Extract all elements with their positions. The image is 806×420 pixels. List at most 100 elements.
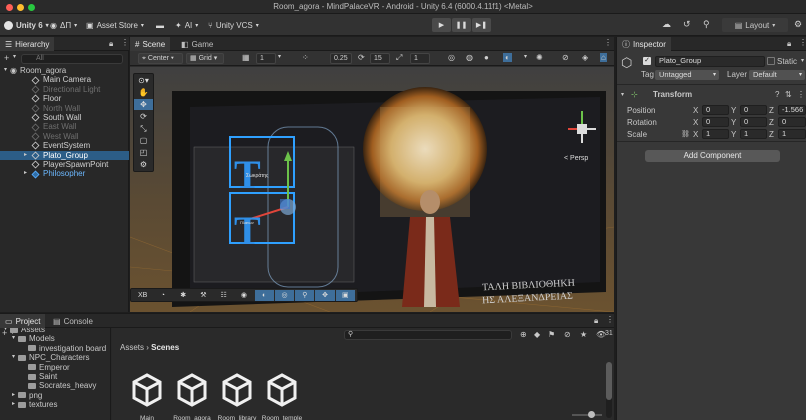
chevron-right-icon[interactable]: ▸	[12, 400, 15, 409]
visibility-icon[interactable]: ◉	[234, 290, 253, 301]
scale-x-field[interactable]: 1	[702, 129, 729, 139]
shaded-icon[interactable]: ●	[484, 53, 489, 62]
hierarchy-item[interactable]: South Wall	[0, 113, 129, 122]
grid-snap-icon[interactable]: ▦	[242, 53, 250, 62]
chevron-down-icon[interactable]: ▾	[801, 57, 804, 64]
move-tool-button[interactable]: ✥	[134, 99, 153, 110]
gizmos-icon[interactable]: ◈	[582, 53, 588, 62]
account-button[interactable]: Unity 6 ▾	[4, 18, 49, 32]
axis-y-label[interactable]: Y	[731, 130, 736, 139]
transform-header[interactable]: ▾ ⊹ Transform ? ⇅ ⋮	[617, 88, 806, 100]
scale-z-field[interactable]: 1	[778, 129, 806, 139]
axis-x-label[interactable]: X	[693, 130, 698, 139]
icon-size-slider[interactable]	[572, 414, 602, 416]
icon-size-slider-handle[interactable]	[588, 411, 595, 418]
static-checkbox[interactable]	[767, 57, 775, 65]
layout-dropdown[interactable]: ▤ Layout ▾	[722, 18, 788, 32]
hierarchy-search-input[interactable]: All	[21, 54, 123, 64]
scene-asset[interactable]: Room_agora	[167, 373, 217, 420]
scale-snap-icon[interactable]: ⤢	[396, 53, 402, 63]
settings-icon[interactable]: ⚙	[794, 19, 802, 30]
hierarchy-item[interactable]: Directional Light	[0, 85, 129, 94]
hierarchy-item[interactable]: ▸ Philosopher	[0, 169, 129, 178]
shading-icon[interactable]: ◐	[254, 289, 274, 301]
add-component-button[interactable]: Add Component	[645, 150, 780, 162]
asset-store-button[interactable]: ▣ Asset Store ▾	[86, 18, 144, 32]
folder-tree-item[interactable]: ▾ NPC_Characters	[12, 353, 89, 362]
more-options-icon[interactable]: ⋮	[797, 90, 805, 99]
pivot-dropdown[interactable]: ⌖ Center ▾	[138, 53, 183, 64]
axis-y-label[interactable]: Y	[731, 106, 736, 115]
tab-inspector[interactable]: ⓘ Inspector	[617, 37, 671, 51]
globe-icon[interactable]: ◎	[448, 53, 455, 62]
rotation-y-field[interactable]: 0	[740, 117, 767, 127]
hierarchy-item[interactable]: East Wall	[0, 122, 129, 131]
more-options-icon[interactable]: ⋮	[604, 38, 612, 47]
rect-tool-button[interactable]: ▢	[134, 135, 153, 146]
angle-snap-field[interactable]: 15	[370, 53, 390, 64]
hierarchy-item[interactable]: North Wall	[0, 104, 129, 113]
light-icon[interactable]: ✺	[536, 53, 543, 62]
camera-settings-icon[interactable]: ▣	[335, 289, 355, 301]
scene-asset[interactable]: Room_temple	[257, 373, 307, 420]
folder-tree-item[interactable]: ▸ png	[12, 391, 42, 400]
visibility-icon[interactable]: ⊘	[564, 330, 571, 339]
hide-icon[interactable]: ⊘	[562, 53, 569, 62]
pan-icon[interactable]: ✥	[315, 289, 335, 301]
snap-icon[interactable]: ⁘	[302, 53, 309, 62]
audio-icon[interactable]: ◔	[153, 290, 172, 301]
scene-viewport[interactable]: T T Σωκράτης Πλατων ΤΑΛΗ ΒΙΒΛΙΟΘΗΚΗ ΗΣ Α…	[130, 67, 614, 312]
transform-tool-button[interactable]: ◰	[134, 147, 153, 158]
ai-button[interactable]: ✦ AI ▾	[175, 18, 198, 32]
hand-tool-button[interactable]: ✋	[134, 87, 153, 98]
layers-icon[interactable]: ☷	[214, 290, 233, 301]
rotate-tool-button[interactable]: ⟳	[134, 111, 153, 122]
project-search-input[interactable]	[344, 330, 512, 340]
more-options-icon[interactable]: ⋮	[121, 38, 129, 47]
lock-icon[interactable]: 🔒︎	[109, 39, 113, 49]
vcs-button[interactable]: ⑂ Unity VCS ▾	[208, 18, 259, 32]
tag-dropdown[interactable]: Untagged ▾	[655, 70, 719, 80]
folder-tree-item[interactable]: ▸ textures	[12, 400, 57, 409]
position-x-field[interactable]: 0	[702, 105, 729, 115]
custom-tool-button[interactable]: ⚙	[134, 159, 153, 170]
snap-increment-field[interactable]: 0.25	[330, 53, 352, 64]
breadcrumb-scenes[interactable]: Scenes	[151, 343, 179, 352]
tools-icon[interactable]: ⚒	[194, 290, 213, 301]
hierarchy-item[interactable]: ▸ Plato_Group	[0, 150, 129, 160]
axis-y-label[interactable]: Y	[731, 118, 736, 127]
search-icon[interactable]: ⚲	[703, 19, 710, 30]
hierarchy-item[interactable]: EventSystem	[0, 141, 129, 150]
scale-y-field[interactable]: 1	[740, 129, 767, 139]
hierarchy-scene-root[interactable]: ▾ ◉ Room_agora	[0, 66, 129, 75]
tab-console[interactable]: ▤ Console	[48, 314, 98, 328]
axis-z-label[interactable]: Z	[769, 106, 774, 115]
folder-tree-item[interactable]: Emperor	[20, 363, 70, 372]
persp-label[interactable]: < Persp	[564, 155, 588, 162]
filter-icon[interactable]: ⚑	[548, 330, 555, 339]
tab-scene[interactable]: # Scene	[130, 37, 171, 51]
axis-x-label[interactable]: X	[693, 106, 698, 115]
rotation-z-field[interactable]: 0	[778, 117, 806, 127]
more-options-icon[interactable]: ⋮	[606, 315, 614, 324]
package-icon[interactable]: ▬	[156, 18, 164, 32]
chevron-right-icon[interactable]: ▸	[24, 151, 27, 160]
link-icon[interactable]: ⛓	[681, 130, 690, 138]
view-tool-dropdown[interactable]: ⊙▾	[134, 75, 153, 86]
folder-tree-item[interactable]: investigation board	[20, 344, 106, 353]
scene-asset[interactable]: Room_library	[212, 373, 262, 420]
active-checkbox[interactable]: ✓	[643, 57, 651, 65]
position-y-field[interactable]: 0	[740, 105, 767, 115]
object-name-field[interactable]: Plato_Group	[655, 56, 765, 67]
grid-dropdown[interactable]: ▦ Grid ▾	[186, 53, 224, 64]
tab-hierarchy[interactable]: ☰ Hierarchy	[0, 37, 55, 51]
axis-z-label[interactable]: Z	[769, 118, 774, 127]
breadcrumb-assets[interactable]: Assets	[120, 343, 144, 352]
position-z-field[interactable]: -1.566	[778, 105, 806, 115]
lock-icon[interactable]: 🔒︎	[787, 39, 791, 49]
scale-tool-button[interactable]: ⤡	[134, 123, 153, 134]
step-button[interactable]: ▶❚	[472, 18, 491, 32]
collab-icon[interactable]: ☁	[662, 19, 671, 30]
rotate-snap-icon[interactable]: ⟳	[358, 53, 365, 62]
mode-2d-button[interactable]: XB	[133, 290, 152, 301]
